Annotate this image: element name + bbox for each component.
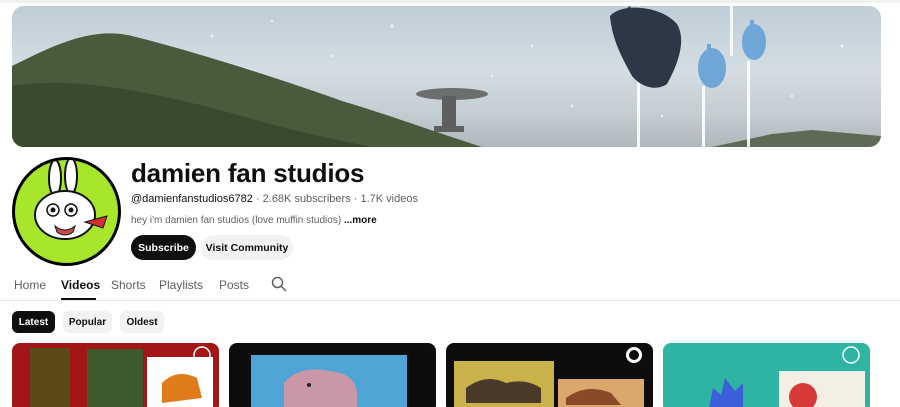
video-thumbnail[interactable] xyxy=(446,343,653,407)
channel-tabs: Home Videos Shorts Playlists Posts xyxy=(0,268,900,301)
subscriber-count: 2.68K subscribers xyxy=(262,193,351,205)
active-tab-indicator xyxy=(61,298,96,300)
video-thumbnail[interactable] xyxy=(12,343,219,407)
channel-handle: @damienfanstudios6782 xyxy=(131,193,253,205)
video-thumbnail[interactable] xyxy=(663,343,870,407)
video-count: 1.7K videos xyxy=(360,193,418,205)
channel-banner xyxy=(12,6,881,147)
channel-avatar[interactable] xyxy=(12,157,121,266)
filter-popular[interactable]: Popular xyxy=(63,311,112,333)
channel-name: damien fan studios xyxy=(131,158,365,188)
visit-community-button[interactable]: Visit Community xyxy=(201,235,293,260)
filter-latest[interactable]: Latest xyxy=(12,311,55,333)
filter-oldest[interactable]: Oldest xyxy=(120,311,164,333)
video-thumbnail[interactable] xyxy=(229,343,436,407)
tab-videos[interactable]: Videos xyxy=(61,278,100,292)
description-text: hey i'm damien fan studios (love muffin … xyxy=(131,215,342,226)
tab-playlists[interactable]: Playlists xyxy=(159,278,203,292)
meta-separator: · xyxy=(350,193,361,205)
tab-home[interactable]: Home xyxy=(14,278,46,292)
channel-meta: @damienfanstudios6782 · 2.68K subscriber… xyxy=(131,193,418,205)
tab-posts[interactable]: Posts xyxy=(219,278,249,292)
tab-shorts[interactable]: Shorts xyxy=(111,278,146,292)
more-link[interactable]: ...more xyxy=(344,215,377,226)
subscribe-button[interactable]: Subscribe xyxy=(131,235,196,260)
channel-description[interactable]: hey i'm damien fan studios (love muffin … xyxy=(131,215,377,226)
top-strip xyxy=(0,0,900,3)
search-icon[interactable] xyxy=(271,276,287,292)
meta-separator: · xyxy=(252,193,263,205)
